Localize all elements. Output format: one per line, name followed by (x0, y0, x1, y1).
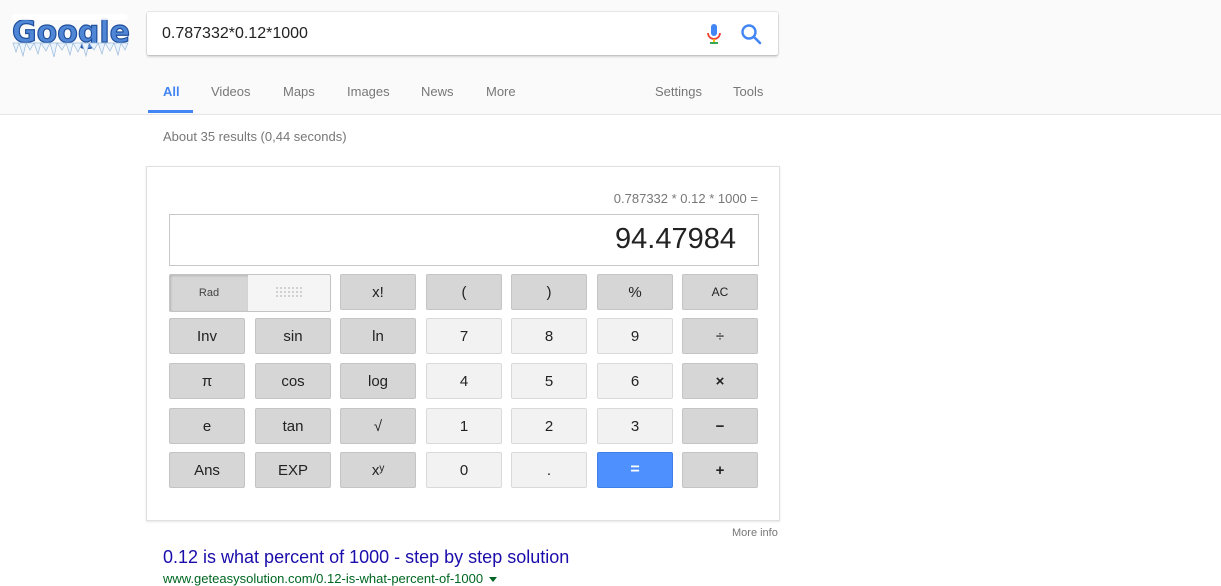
tools-link[interactable]: Tools (733, 84, 763, 99)
equals-button[interactable]: = (597, 452, 673, 488)
digit-9-button[interactable]: 9 (597, 318, 673, 354)
e-button[interactable]: e (169, 408, 245, 444)
cos-button[interactable]: cos (255, 363, 331, 399)
search-box[interactable] (147, 12, 778, 55)
digit-2-button[interactable]: 2 (511, 408, 587, 444)
digit-3-button[interactable]: 3 (597, 408, 673, 444)
dotted-grid-icon (276, 287, 302, 297)
digit-6-button[interactable]: 6 (597, 363, 673, 399)
digit-4-button[interactable]: 4 (426, 363, 502, 399)
tab-videos[interactable]: Videos (211, 84, 251, 99)
result-stats: About 35 results (0,44 seconds) (163, 129, 347, 144)
tab-all[interactable]: All (163, 84, 180, 99)
calculator-expression: 0.787332 * 0.12 * 1000 = (613, 191, 758, 206)
digit-8-button[interactable]: 8 (511, 318, 587, 354)
digit-1-button[interactable]: 1 (426, 408, 502, 444)
exp-button[interactable]: EXP (255, 452, 331, 488)
result-url[interactable]: www.geteasysolution.com/0.12-is-what-per… (163, 571, 498, 586)
header: Google All Videos Maps Images News M (0, 0, 1221, 115)
google-logo[interactable]: Google (10, 8, 132, 58)
digit-7-button[interactable]: 7 (426, 318, 502, 354)
deg-button[interactable] (249, 275, 331, 311)
tab-images[interactable]: Images (347, 84, 390, 99)
factorial-button[interactable]: x! (340, 274, 416, 310)
percent-button[interactable]: % (597, 274, 673, 310)
search-input[interactable] (162, 12, 682, 55)
inverse-button[interactable]: Inv (169, 318, 245, 354)
square-root-button[interactable]: √ (340, 408, 416, 444)
dropdown-caret-icon[interactable] (489, 577, 498, 583)
search-tabs: All Videos Maps Images News More Setting… (0, 70, 1221, 114)
microphone-icon[interactable] (702, 22, 726, 46)
equals-label: = (630, 461, 640, 478)
digit-0-button[interactable]: 0 (426, 452, 502, 488)
minus-button[interactable]: − (682, 408, 758, 444)
more-info-link[interactable]: More info (732, 527, 778, 539)
rad-deg-toggle[interactable]: Rad (169, 274, 331, 312)
rad-button[interactable]: Rad (170, 275, 248, 311)
pi-button[interactable]: π (169, 363, 245, 399)
tab-more[interactable]: More (486, 84, 516, 99)
calculator-result: 94.47984 (615, 223, 736, 255)
tab-maps[interactable]: Maps (283, 84, 315, 99)
multiply-button[interactable]: × (682, 363, 758, 399)
power-button[interactable]: xʸ (340, 452, 416, 488)
sin-button[interactable]: sin (255, 318, 331, 354)
digit-5-button[interactable]: 5 (511, 363, 587, 399)
tab-news[interactable]: News (421, 84, 454, 99)
log-button[interactable]: log (340, 363, 416, 399)
decimal-point-button[interactable]: . (511, 452, 587, 488)
calculator-keypad: Rad x! ( ) % AC Inv sin ln 7 8 9 ÷ π cos… (169, 274, 759, 490)
settings-link[interactable]: Settings (655, 84, 702, 99)
calculator-card: 0.787332 * 0.12 * 1000 = 94.47984 Rad x!… (146, 166, 780, 521)
result-title-link[interactable]: 0.12 is what percent of 1000 - step by s… (163, 547, 569, 568)
plus-button[interactable]: + (682, 452, 758, 488)
result-url-text: www.geteasysolution.com/0.12-is-what-per… (163, 571, 484, 586)
left-paren-button[interactable]: ( (426, 274, 502, 310)
active-tab-indicator (148, 110, 193, 113)
divide-button[interactable]: ÷ (682, 318, 758, 354)
all-clear-button[interactable]: AC (682, 274, 758, 310)
tan-button[interactable]: tan (255, 408, 331, 444)
answer-button[interactable]: Ans (169, 452, 245, 488)
calculator-display: 94.47984 (169, 214, 759, 266)
ln-button[interactable]: ln (340, 318, 416, 354)
search-icon[interactable] (739, 22, 763, 46)
right-paren-button[interactable]: ) (511, 274, 587, 310)
